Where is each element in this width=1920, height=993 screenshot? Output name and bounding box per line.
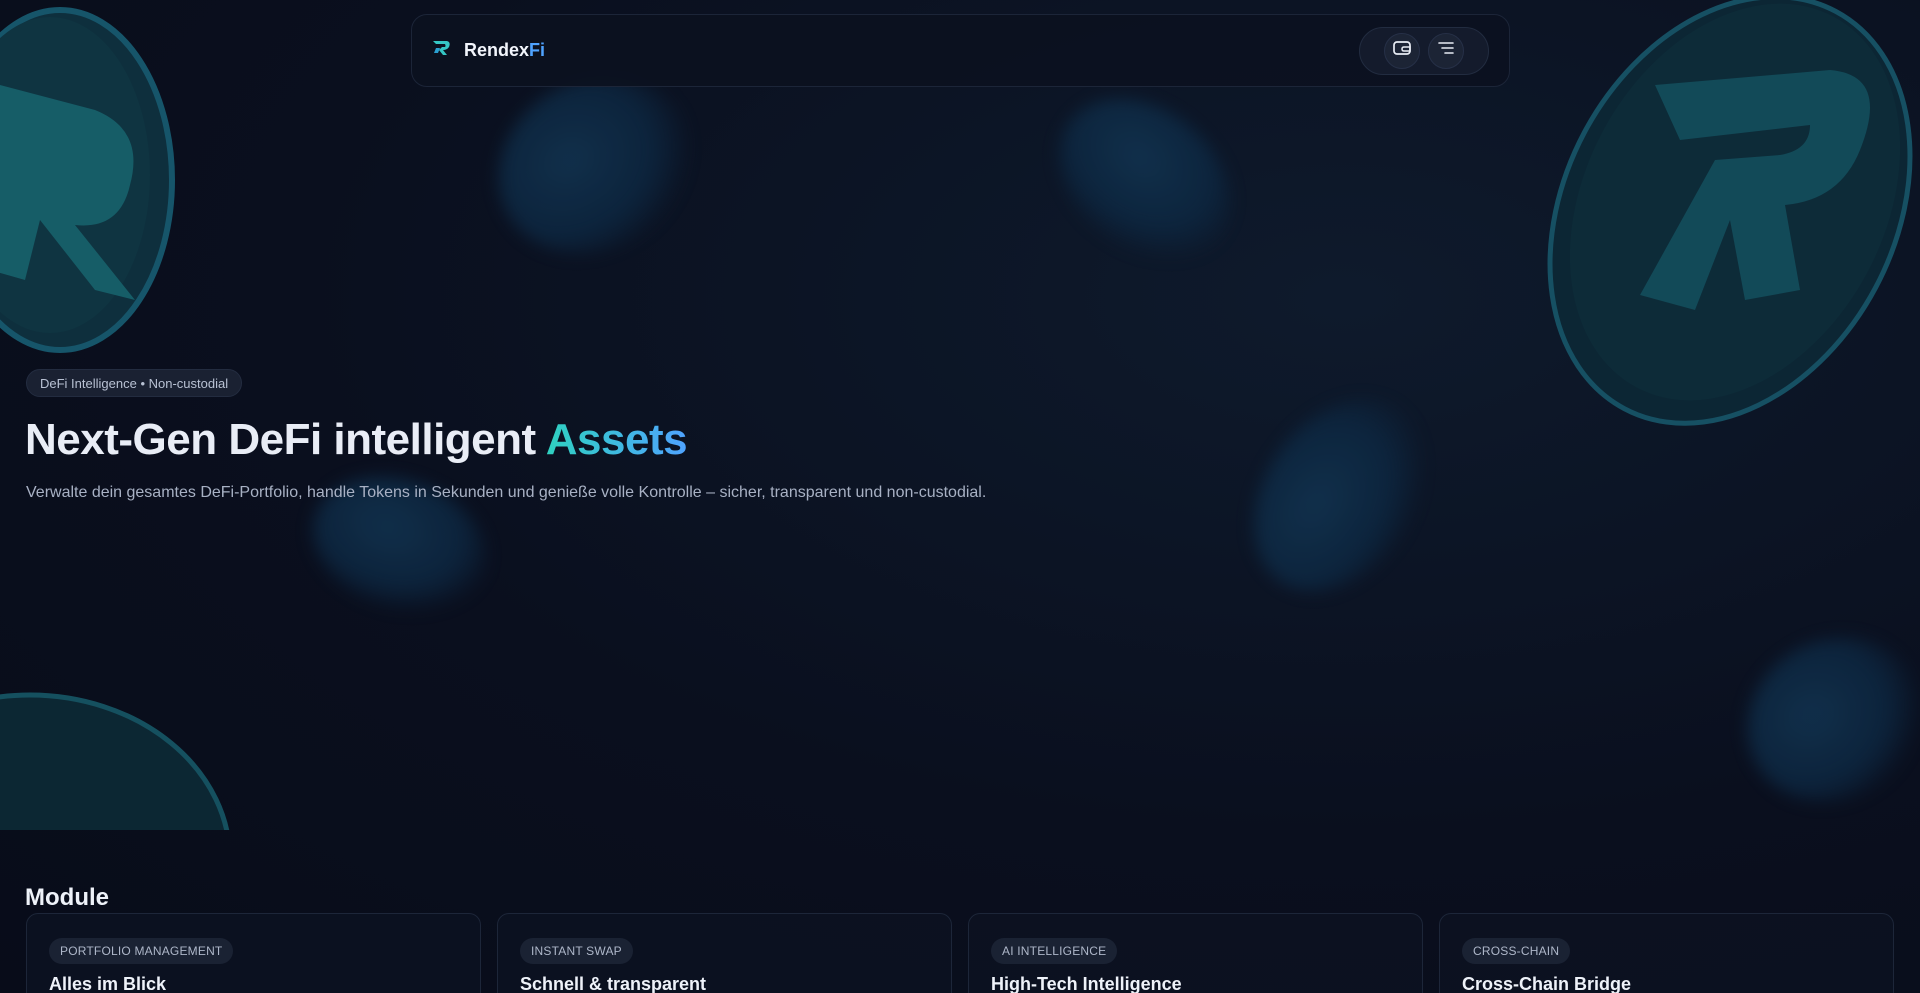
modules-title: Module [25,884,109,911]
module-card-portfolio[interactable]: PORTFOLIO MANAGEMENT Alles im Blick [26,913,481,993]
module-title: Alles im Blick [49,974,167,993]
module-title: Cross-Chain Bridge [1462,974,1632,993]
hero-title: Next-Gen DeFi intelligent Assets [25,415,688,464]
wallet-icon [1393,40,1411,61]
module-tag: AI INTELLIGENCE [991,938,1118,964]
module-cards: PORTFOLIO MANAGEMENT Alles im Blick INST… [26,913,1894,993]
blurred-coin [1027,65,1263,295]
menu-button[interactable] [1428,32,1464,69]
hero-title-accent: Assets [545,415,688,464]
coin-logo-top-left [0,7,175,353]
menu-icon [1437,41,1455,60]
module-card-swap[interactable]: INSTANT SWAP Schnell & transparent [497,913,952,993]
module-tag: PORTFOLIO MANAGEMENT [49,938,234,964]
coin-logo-top-right [1547,0,1913,426]
wallet-button[interactable] [1384,32,1420,69]
top-nav: RendexFi [411,14,1510,87]
nav-actions [1359,26,1489,75]
blurred-coin [293,453,507,637]
module-title: Schnell & transparent [520,974,707,993]
module-card-cross-chain[interactable]: CROSS-CHAIN Cross-Chain Bridge [1439,913,1894,993]
blurred-coin [1717,605,1920,835]
brand[interactable]: RendexFi [432,39,545,62]
module-tag: INSTANT SWAP [520,938,633,964]
blurred-coin [1218,365,1462,625]
hero-badge: DeFi Intelligence • Non-custodial [26,369,243,397]
module-title: High-Tech Intelligence [991,974,1182,993]
rendex-logo-icon [432,39,452,62]
module-tag: CROSS-CHAIN [1462,938,1571,964]
hero-subtitle: Verwalte dein gesamtes DeFi-Portfolio, h… [26,484,987,501]
page: RendexFi DeFi Intelligence • Non-custodi… [0,0,1920,993]
brand-name: RendexFi [464,40,546,60]
coin-logo-bottom-left [0,692,230,830]
module-card-ai[interactable]: AI INTELLIGENCE High-Tech Intelligence [968,913,1423,993]
